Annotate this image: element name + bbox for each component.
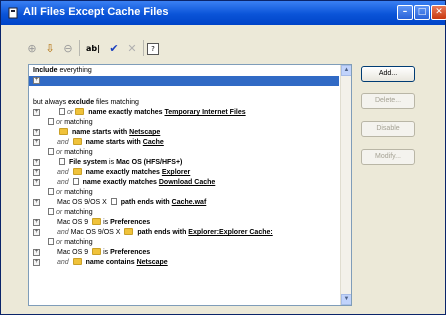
folder-icon [92,248,102,255]
folder-icon [75,108,85,115]
exclude-rest: files matching [94,99,139,106]
rule-row[interactable]: + or name exactly matches Temporary Inte… [29,108,339,118]
rule-row[interactable]: + Mac OS 9/OS X path ends with Cache.waf [29,198,339,208]
rule-row[interactable]: or matching [29,238,339,248]
collapse-rule-icon[interactable]: ⊖ [59,39,77,57]
rule-row[interactable]: or matching [29,188,339,198]
rule-row[interactable]: or matching [29,148,339,158]
rule-row[interactable]: + name starts with Netscape [29,128,339,138]
maximize-button[interactable]: □ [414,5,430,20]
rule-row[interactable]: + and Mac OS 9/OS X path ends with Explo… [29,228,339,238]
rule-row[interactable]: + and name starts with Cache [29,138,339,148]
app-icon [8,7,18,19]
window-title: All Files Except Cache Files [23,6,169,18]
expand-toggle-icon[interactable]: + [33,229,40,236]
folder-icon [59,128,68,135]
exclude-keyword: exclude [68,99,95,106]
drive-icon [59,158,65,165]
expand-toggle-icon[interactable]: + [33,77,40,84]
toolbar-separator [79,40,80,56]
dialog-window: All Files Except Cache Files – □ ✕ ⊕ ⇩ ⊖… [0,0,446,315]
toolbar-separator [143,40,144,56]
include-keyword: Include [33,67,58,74]
rule-icon [48,188,54,195]
include-rest: everything [57,67,92,74]
folder-icon [72,168,82,175]
rule-row[interactable]: + and name exactly matches Download Cach… [29,178,339,188]
vertical-scrollbar[interactable]: ▲ ▼ [340,65,351,305]
rule-row[interactable]: or matching [29,208,339,218]
scroll-down-icon[interactable]: ▼ [341,294,351,305]
expand-toggle-icon[interactable]: + [33,259,40,266]
expand-toggle-icon[interactable]: + [33,199,40,206]
toolbar: ⊕ ⇩ ⊖ ab| ✔ ✕ ? [21,36,165,60]
close-button[interactable]: ✕ [431,5,446,20]
add-button[interactable]: Add... [361,66,415,82]
minimize-button[interactable]: – [397,5,413,20]
disable-button[interactable]: Disable [361,121,415,137]
expand-toggle-icon[interactable]: + [33,139,40,146]
exclude-header-row: but always exclude files matching [29,98,339,108]
expand-toggle-icon[interactable]: + [33,179,40,186]
exclude-prefix: but always [33,99,69,106]
document-icon [110,198,117,205]
modify-button[interactable]: Modify... [361,149,415,165]
include-row[interactable]: Include everything [29,66,339,76]
rule-icon [48,118,54,125]
rule-row[interactable]: + Mac OS 9 is Preferences [29,248,339,258]
rule-icon [48,238,54,245]
scroll-up-icon[interactable]: ▲ [341,65,351,76]
folder-icon [92,218,102,225]
folder-icon [72,138,82,145]
expand-toggle-icon[interactable]: + [33,159,40,166]
rule-row[interactable]: + and name contains Netscape [29,258,339,268]
document-icon [72,178,79,185]
title-bar[interactable]: All Files Except Cache Files – □ ✕ [1,1,446,25]
rule-row[interactable]: or matching [29,118,339,128]
move-rule-icon[interactable]: ⇩ [41,39,59,57]
expand-toggle-icon[interactable]: + [33,249,40,256]
document-icon [59,108,65,115]
delete-button[interactable]: Delete... [361,93,415,109]
expand-toggle-icon[interactable]: + [33,129,40,136]
folder-icon [72,258,82,265]
delete-x-icon[interactable]: ✕ [123,39,141,57]
include-row-selected[interactable]: + [29,76,339,86]
help-icon[interactable]: ? [147,43,159,55]
folder-icon [124,228,134,235]
rule-icon [48,148,54,155]
rules-tree[interactable]: Include everything + but always exclude … [28,64,352,306]
check-icon[interactable]: ✔ [105,39,123,57]
rule-row[interactable]: + Mac OS 9 is Preferences [29,218,339,228]
rule-row[interactable]: + and name exactly matches Explorer [29,168,339,178]
rule-icon [48,208,54,215]
rename-icon[interactable]: ab| [83,39,103,57]
expand-rule-icon[interactable]: ⊕ [23,39,41,57]
rule-row[interactable]: + File system is Mac OS (HFS/HFS+) [29,158,339,168]
expand-toggle-icon[interactable]: + [33,109,40,116]
expand-toggle-icon[interactable]: + [33,219,40,226]
expand-toggle-icon[interactable]: + [33,169,40,176]
